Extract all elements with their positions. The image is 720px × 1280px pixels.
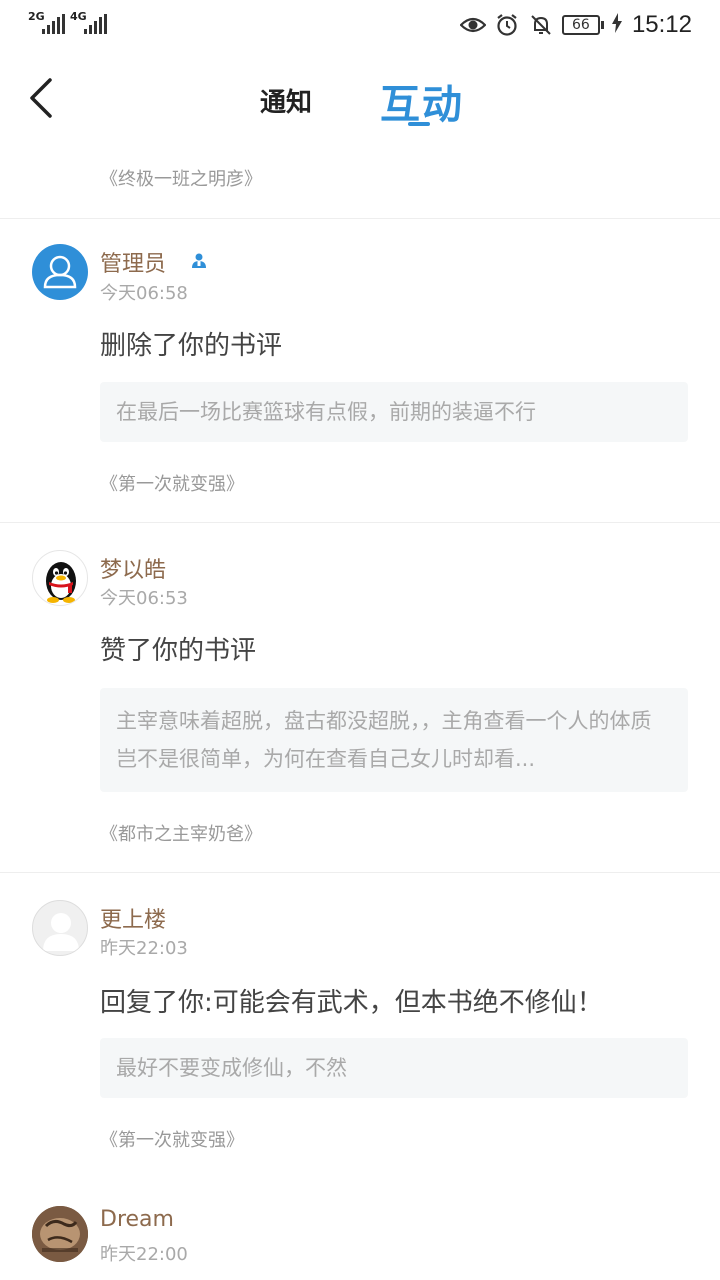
book-link[interactable]: 《第一次就变强》 <box>100 470 244 496</box>
alarm-icon <box>494 12 520 38</box>
timestamp: 昨天22:03 <box>100 938 188 959</box>
header: 通知 互动 <box>0 50 720 145</box>
eye-icon <box>459 12 486 38</box>
bell-off-icon <box>528 12 554 38</box>
user-name[interactable]: 梦以皓 <box>100 552 166 584</box>
timestamp: 今天06:53 <box>100 588 188 609</box>
user-name[interactable]: Dream <box>100 1207 174 1232</box>
user-avatar[interactable] <box>32 550 88 606</box>
admin-badge-icon <box>190 252 208 270</box>
divider <box>0 872 720 873</box>
book-link[interactable]: 《都市之主宰奶爸》 <box>100 820 262 846</box>
book-link[interactable]: 《终极一班之明彦》 <box>100 165 262 191</box>
timestamp: 今天06:58 <box>100 283 188 304</box>
back-button[interactable] <box>20 74 64 120</box>
action-text: 回复了你:可能会有武术，但本书绝不修仙！ <box>100 988 603 1018</box>
divider <box>0 522 720 523</box>
charging-icon <box>611 13 622 37</box>
default-user-icon <box>43 913 79 951</box>
action-text: 赞了你的书评 <box>100 636 257 666</box>
quoted-review[interactable]: 主宰意味着超脱，盘古都没超脱，，主角查看一个人的体质岂不是很简单，为何在查看自己… <box>100 688 688 792</box>
signal-strength-icon <box>42 14 65 34</box>
battery-icon: 66 <box>561 15 604 35</box>
chevron-left-icon <box>30 78 52 118</box>
user-avatar[interactable] <box>32 244 88 300</box>
clock: 15:12 <box>631 11 692 38</box>
status-bar: 2G 4G 66 15:12 <box>0 0 720 50</box>
action-text: 删除了你的书评 <box>100 331 283 361</box>
book-link[interactable]: 《第一次就变强》 <box>100 1126 244 1152</box>
quoted-review[interactable]: 在最后一场比赛篮球有点假，前期的装逼不行 <box>100 382 688 442</box>
quoted-review[interactable]: 最好不要变成修仙，不然 <box>100 1038 688 1098</box>
active-tab-indicator <box>408 122 430 126</box>
user-name[interactable]: 更上楼 <box>100 902 166 934</box>
timestamp: 昨天22:00 <box>100 1244 188 1265</box>
photo-avatar-icon <box>32 1206 88 1262</box>
battery-level: 66 <box>561 15 600 35</box>
penguin-icon <box>46 562 76 603</box>
signal-strength-icon <box>84 14 107 34</box>
tab-notice[interactable]: 通知 <box>260 82 312 119</box>
user-name[interactable]: 管理员 <box>100 246 166 278</box>
divider <box>0 218 720 219</box>
default-user-icon <box>43 255 77 289</box>
user-avatar[interactable] <box>32 1206 88 1262</box>
user-avatar[interactable] <box>32 900 88 956</box>
